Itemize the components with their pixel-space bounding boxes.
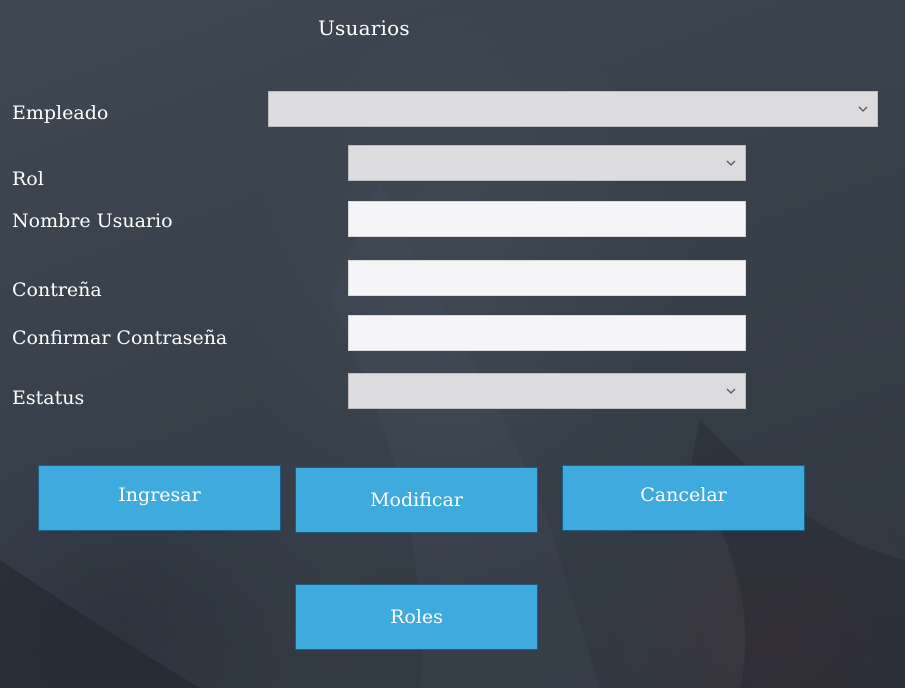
- confirmar-contrasena-input[interactable]: [348, 315, 746, 351]
- contrasena-label: Contreña: [12, 279, 102, 301]
- ingresar-button[interactable]: Ingresar: [38, 465, 281, 531]
- chevron-down-icon: [726, 160, 736, 166]
- confirmar-contrasena-label: Confirmar Contraseña: [12, 327, 228, 349]
- contrasena-input[interactable]: [348, 260, 746, 296]
- nombre-usuario-input[interactable]: [348, 201, 746, 237]
- rol-select[interactable]: [348, 145, 746, 181]
- page-title: Usuarios: [318, 16, 410, 40]
- estatus-select[interactable]: [348, 373, 746, 409]
- estatus-label: Estatus: [12, 387, 85, 409]
- chevron-down-icon: [726, 388, 736, 394]
- empleado-select[interactable]: [268, 91, 878, 127]
- empleado-label: Empleado: [12, 102, 109, 124]
- modificar-button[interactable]: Modificar: [295, 467, 538, 533]
- rol-label: Rol: [12, 168, 44, 190]
- roles-button[interactable]: Roles: [295, 584, 538, 650]
- cancelar-button[interactable]: Cancelar: [562, 465, 805, 531]
- nombre-usuario-label: Nombre Usuario: [12, 210, 173, 232]
- chevron-down-icon: [858, 106, 868, 112]
